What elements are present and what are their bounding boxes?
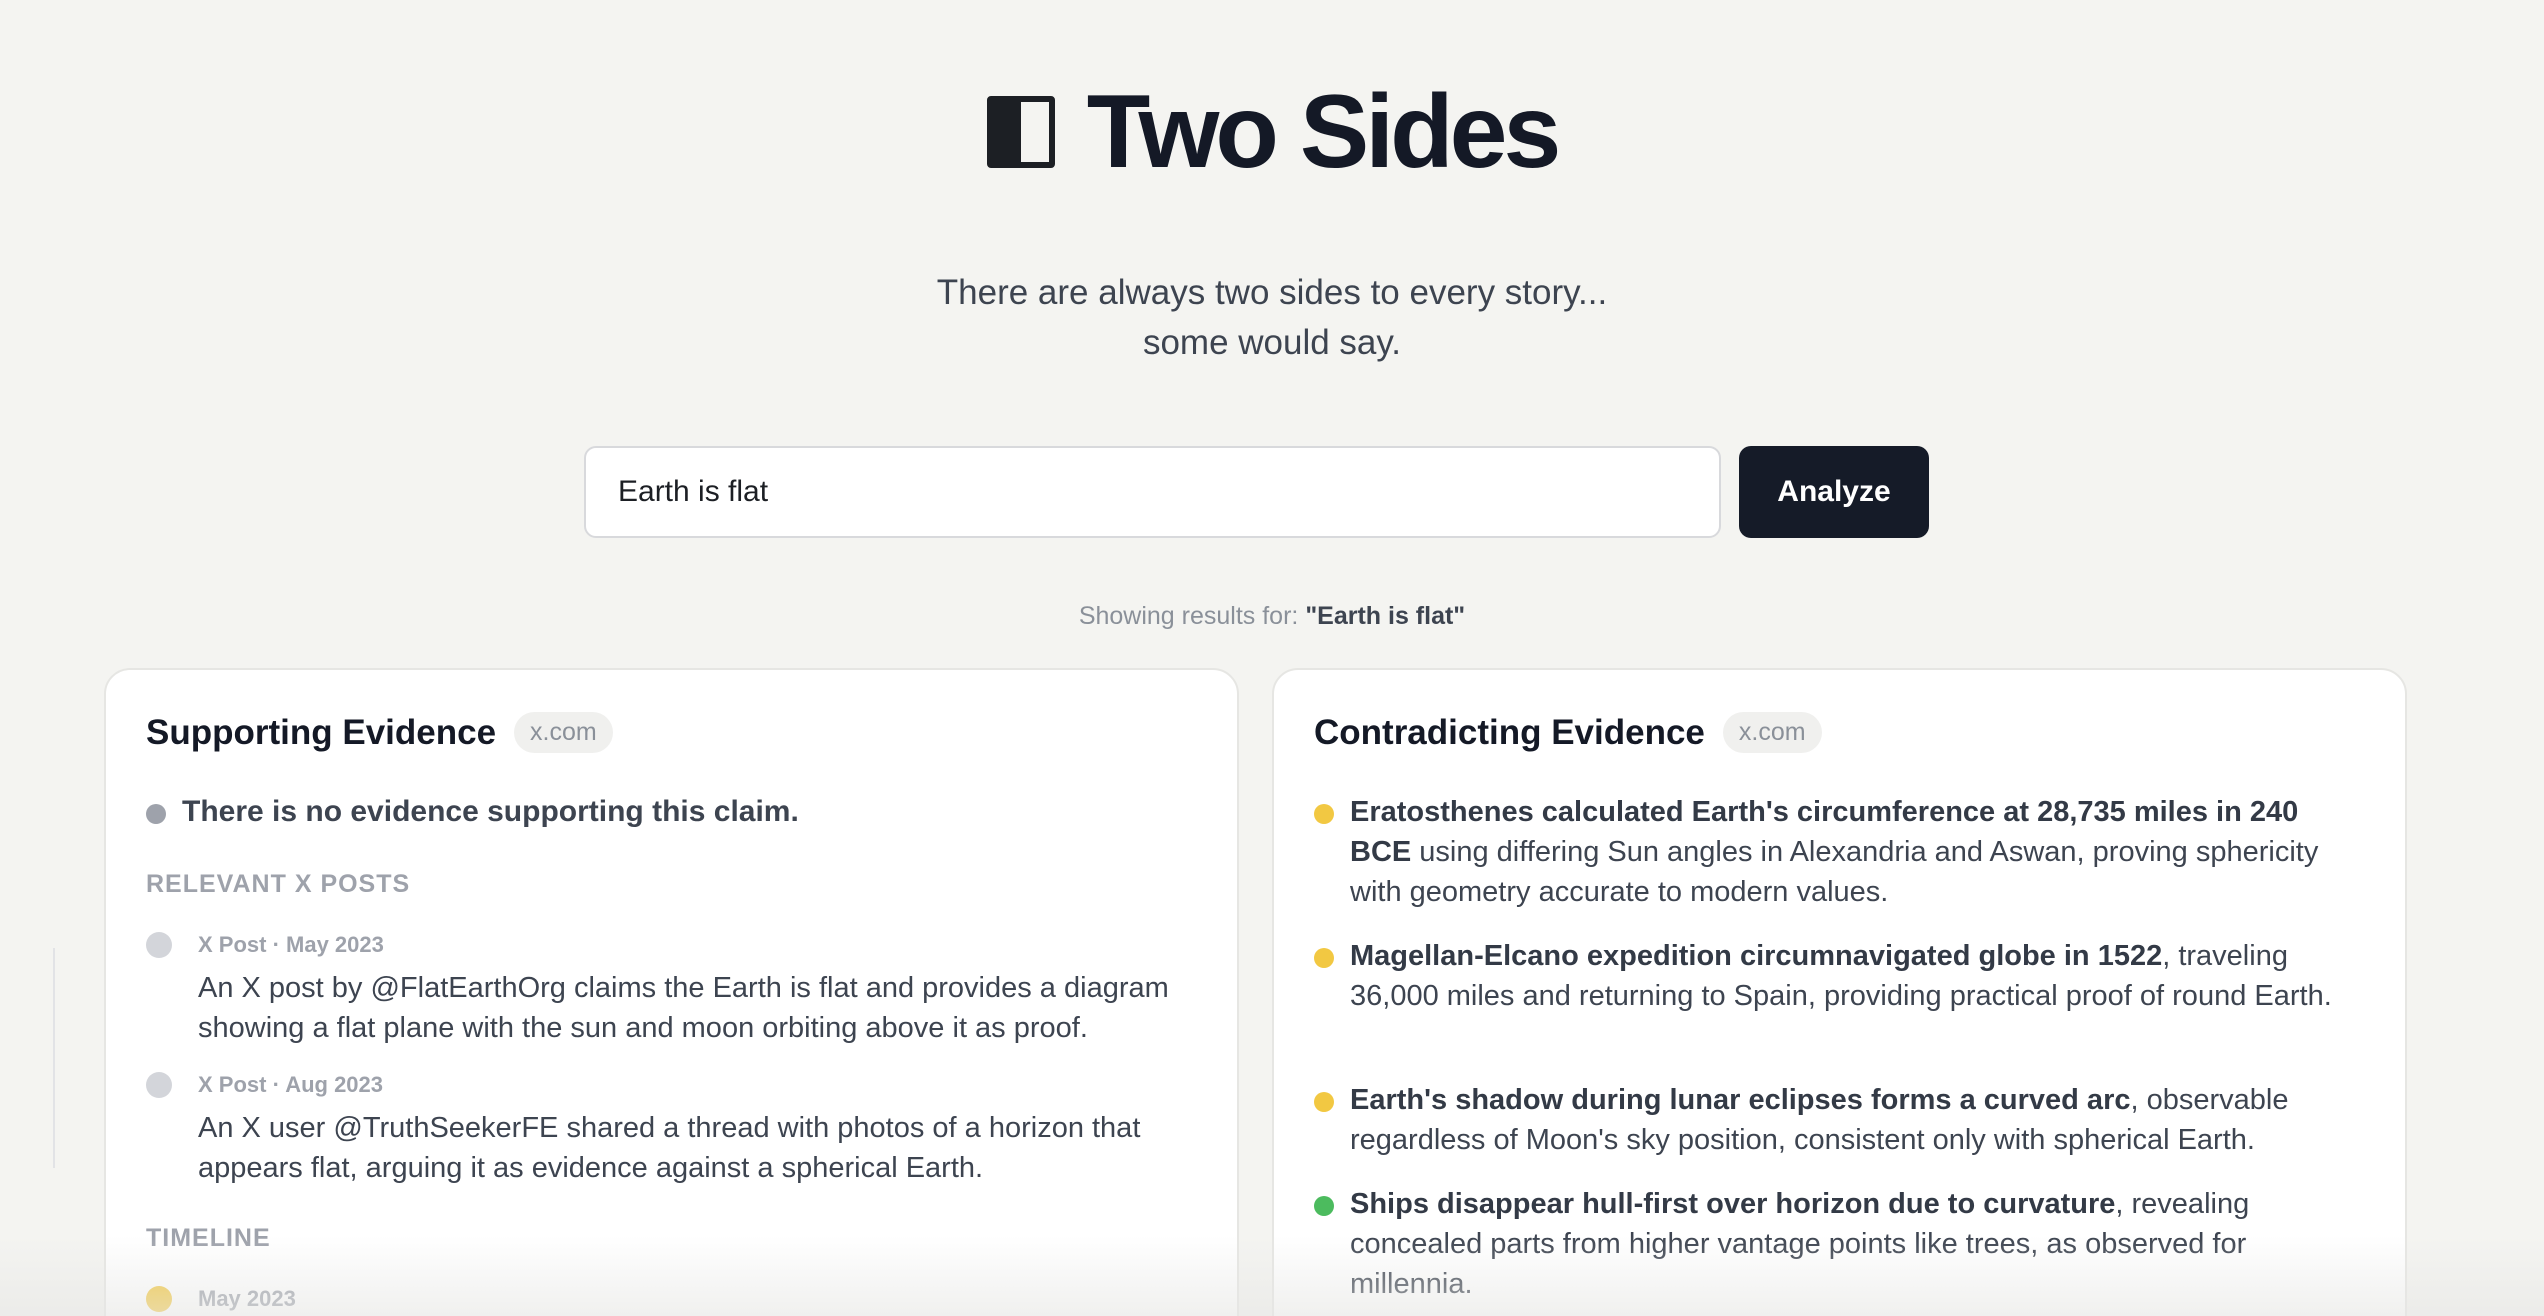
no-evidence-item: There is no evidence supporting this cla… xyxy=(146,792,1186,832)
app-title: Two Sides xyxy=(1086,74,1562,190)
results-caption: Showing results for: "Earth is flat" xyxy=(0,602,2544,631)
evidence-headline: Earth's shadow during lunar eclipses for… xyxy=(1350,1084,2131,1116)
search-bar: Analyze xyxy=(584,446,1929,538)
timeline-dot xyxy=(146,932,172,958)
evidence-item: Magellan-Elcano expedition circumnavigat… xyxy=(1314,936,2364,1016)
evidence-text: Earth's shadow during lunar eclipses for… xyxy=(1350,1080,2364,1160)
timeline-connector xyxy=(53,948,55,1168)
status-dot xyxy=(1314,804,1334,824)
status-dot xyxy=(146,804,166,824)
results-prefix: Showing results for: xyxy=(1078,602,1299,630)
half-square-icon xyxy=(986,96,1055,168)
timeline-item: May 2023 xyxy=(146,1284,1206,1314)
contradicting-title: Contradicting Evidence xyxy=(1314,712,1705,752)
x-post-item[interactable]: X Post · May 2023 An X post by @FlatEart… xyxy=(146,930,1206,1048)
status-dot xyxy=(1314,1092,1334,1112)
timeline-date: May 2023 xyxy=(198,1286,296,1311)
evidence-item: Ships disappear hull-first over horizon … xyxy=(1314,1184,2364,1304)
timeline-dot xyxy=(146,1286,172,1312)
status-dot xyxy=(1314,948,1334,968)
claim-search-input[interactable] xyxy=(584,446,1721,538)
supporting-card-header: Supporting Evidence x.com xyxy=(146,712,613,753)
supporting-title: Supporting Evidence xyxy=(146,712,497,752)
evidence-headline: Magellan-Elcano expedition circumnavigat… xyxy=(1350,940,2163,972)
contradicting-card-header: Contradicting Evidence x.com xyxy=(1314,712,1822,753)
post-text: An X user @TruthSeekerFE shared a thread… xyxy=(198,1112,1141,1184)
app-header: Two Sides xyxy=(0,80,2544,184)
tagline-line-1: There are always two sides to every stor… xyxy=(936,273,1608,312)
evidence-headline: Ships disappear hull-first over horizon … xyxy=(1350,1188,2116,1220)
source-badge: x.com xyxy=(1722,712,1822,753)
contradicting-evidence-card: Contradicting Evidence x.com Eratosthene… xyxy=(1272,668,2407,1316)
timeline-dot xyxy=(146,1072,172,1098)
evidence-text: Magellan-Elcano expedition circumnavigat… xyxy=(1350,936,2364,1016)
evidence-text: Ships disappear hull-first over horizon … xyxy=(1350,1184,2364,1304)
relevant-posts-label: RELEVANT X POSTS xyxy=(146,870,411,898)
evidence-detail: using differing Sun angles in Alexandria… xyxy=(1350,836,2319,908)
supporting-evidence-card: Supporting Evidence x.com There is no ev… xyxy=(104,668,1239,1316)
tagline: There are always two sides to every stor… xyxy=(0,268,2544,368)
post-meta: X Post · Aug 2023 xyxy=(198,1072,384,1097)
app-page: Two Sides There are always two sides to … xyxy=(0,0,2544,1316)
x-post-item[interactable]: X Post · Aug 2023 An X user @TruthSeeker… xyxy=(146,1070,1206,1188)
evidence-item: Eratosthenes calculated Earth's circumfe… xyxy=(1314,792,2364,912)
results-query: "Earth is flat" xyxy=(1305,602,1466,630)
evidence-text: Eratosthenes calculated Earth's circumfe… xyxy=(1350,792,2364,912)
post-meta: X Post · May 2023 xyxy=(198,932,384,957)
timeline-label: TIMELINE xyxy=(146,1224,271,1252)
source-badge: x.com xyxy=(514,712,613,753)
analyze-button[interactable]: Analyze xyxy=(1739,446,1929,538)
no-evidence-text: There is no evidence supporting this cla… xyxy=(182,795,799,828)
evidence-item: Earth's shadow during lunar eclipses for… xyxy=(1314,1080,2364,1160)
status-dot xyxy=(1314,1196,1334,1216)
tagline-line-2: some would say. xyxy=(1142,323,1402,362)
post-text: An X post by @FlatEarthOrg claims the Ea… xyxy=(198,972,1169,1044)
